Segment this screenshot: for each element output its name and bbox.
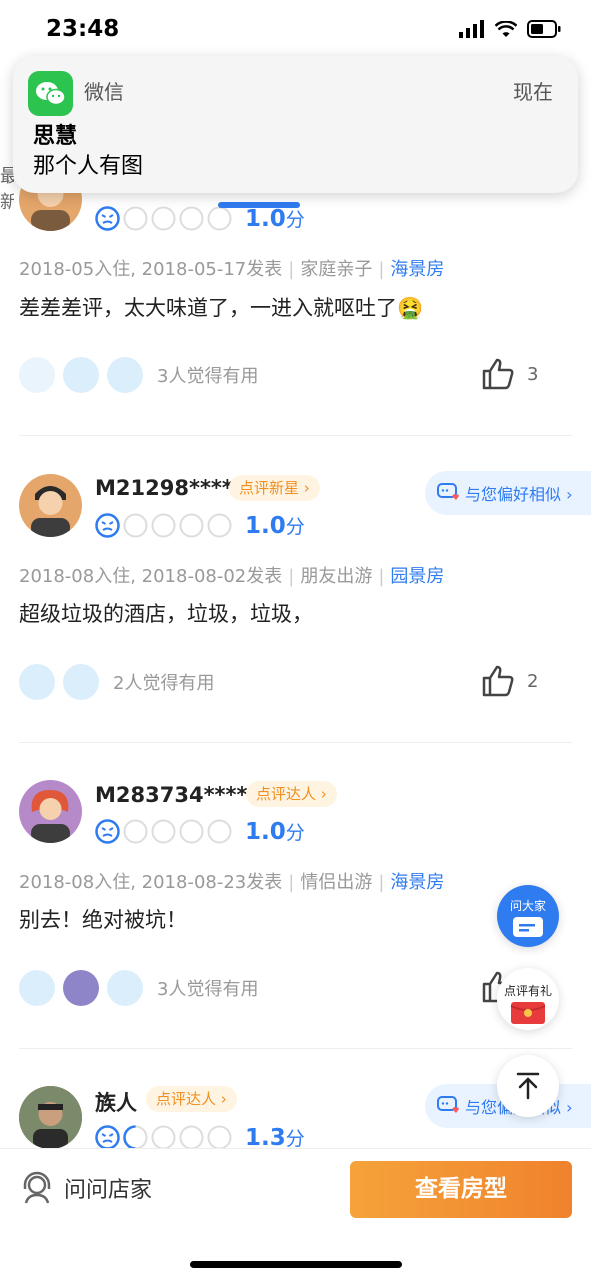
angry-face-rating-icon xyxy=(95,1125,120,1150)
battery-icon xyxy=(527,20,561,38)
cellular-signal-icon xyxy=(459,20,484,38)
review-meta: 2018-08入住, 2018-08-02发表 | 朋友出游 | 园景房 xyxy=(19,566,445,587)
notification-app-name: 微信 xyxy=(84,80,124,104)
partial-rating-icon xyxy=(123,1125,148,1150)
helpful-row: 2人觉得有用 xyxy=(19,664,214,700)
score: 1.3分 xyxy=(245,1125,305,1151)
thumbs-up-icon xyxy=(482,358,514,390)
user-mini-avatar xyxy=(63,970,99,1006)
score: 1.0分 xyxy=(245,206,305,232)
empty-rating-icon xyxy=(179,1125,204,1150)
tab-fragment[interactable]: 最新 xyxy=(0,162,14,214)
chat-bubble-icon xyxy=(513,917,543,937)
angry-face-rating-icon xyxy=(95,513,120,538)
username[interactable]: M21298**** xyxy=(95,476,233,500)
like-button[interactable]: 3 xyxy=(481,357,538,391)
view-room-types-button[interactable]: 查看房型 xyxy=(350,1161,572,1218)
score: 1.0分 xyxy=(245,819,305,845)
arrow-up-icon xyxy=(516,1072,540,1100)
bottom-action-bar: 问问店家 查看房型 xyxy=(0,1148,591,1280)
rating-row: 1.0分 xyxy=(95,512,305,539)
review-content: 超级垃圾的酒店，垃圾，垃圾， xyxy=(19,602,313,626)
notification-sender: 思慧 xyxy=(33,124,78,149)
empty-rating-icon xyxy=(151,819,176,844)
review-content: 差差差评，太大味道了，一进入就呕吐了🤮 xyxy=(19,296,424,320)
helpful-row: 3人觉得有用 xyxy=(19,357,258,393)
wechat-icon xyxy=(28,71,73,116)
notification-time: 现在 xyxy=(513,80,553,104)
reviewer-badge[interactable]: 点评新星 › xyxy=(229,475,320,501)
wechat-notification-banner[interactable]: 微信 现在 思慧 那个人有图 xyxy=(13,56,578,193)
rating-row: 1.0分 xyxy=(95,818,305,845)
dolphin-avatar xyxy=(19,970,55,1006)
dolphin-avatar xyxy=(107,357,143,393)
empty-rating-icon xyxy=(179,513,204,538)
home-indicator xyxy=(190,1261,402,1268)
status-icons xyxy=(459,20,561,38)
review-content: 别去！绝对被坑！ xyxy=(19,908,187,932)
user-avatar[interactable] xyxy=(19,474,82,537)
rating-row: 1.0分 xyxy=(95,205,305,232)
username[interactable]: 族人 xyxy=(95,1087,137,1117)
empty-rating-icon xyxy=(207,206,232,231)
user-avatar[interactable] xyxy=(19,780,82,843)
empty-rating-icon xyxy=(179,819,204,844)
customer-service-icon xyxy=(23,1171,51,1204)
wifi-icon xyxy=(495,20,517,37)
rating-row: 1.3分 xyxy=(95,1124,305,1151)
empty-rating-icon xyxy=(151,206,176,231)
thumbs-up-icon xyxy=(482,665,514,697)
like-count: 3 xyxy=(527,363,539,385)
dolphin-avatar xyxy=(19,357,55,393)
divider xyxy=(19,1048,572,1049)
ask-store-button[interactable]: 问问店家 xyxy=(20,1171,152,1205)
username[interactable]: M283734**** xyxy=(95,783,248,807)
red-envelope-icon xyxy=(510,1002,546,1024)
review-meta: 2018-08入住, 2018-08-23发表 | 情侣出游 | 海景房 xyxy=(19,872,445,893)
status-time: 23:48 xyxy=(46,16,120,42)
dolphin-avatar xyxy=(63,664,99,700)
angry-face-rating-icon xyxy=(95,819,120,844)
dolphin-avatar xyxy=(107,970,143,1006)
back-to-top-button[interactable] xyxy=(497,1055,559,1117)
empty-rating-icon xyxy=(123,513,148,538)
empty-rating-icon xyxy=(207,1125,232,1150)
helpful-count: 3人觉得有用 xyxy=(157,979,259,1000)
dolphin-avatar xyxy=(63,357,99,393)
divider xyxy=(19,435,572,436)
active-tab-indicator xyxy=(218,202,300,208)
chat-heart-icon xyxy=(437,483,459,500)
empty-rating-icon xyxy=(151,513,176,538)
status-bar: 23:48 xyxy=(0,0,591,56)
helpful-count: 2人觉得有用 xyxy=(113,673,215,694)
helpful-row: 3人觉得有用 xyxy=(19,970,258,1006)
empty-rating-icon xyxy=(179,206,204,231)
angry-face-rating-icon xyxy=(95,206,120,231)
empty-rating-icon xyxy=(207,819,232,844)
room-type-link[interactable]: 海景房 xyxy=(390,872,444,893)
reviewer-badge[interactable]: 点评达人 › xyxy=(146,1086,237,1112)
empty-rating-icon xyxy=(123,206,148,231)
like-button[interactable]: 2 xyxy=(481,664,538,698)
divider xyxy=(19,742,572,743)
review-meta: 2018-05入住, 2018-05-17发表 | 家庭亲子 | 海景房 xyxy=(19,259,445,280)
empty-rating-icon xyxy=(123,819,148,844)
score: 1.0分 xyxy=(245,513,305,539)
user-avatar[interactable] xyxy=(19,1086,82,1149)
reviewer-badge[interactable]: 点评达人 › xyxy=(246,781,337,807)
empty-rating-icon xyxy=(207,513,232,538)
ask-everyone-button[interactable]: 问大家 xyxy=(497,885,559,947)
room-type-link[interactable]: 海景房 xyxy=(390,259,444,280)
review-gift-button[interactable]: 点评有礼 xyxy=(497,968,559,1030)
similar-preference-pill[interactable]: 与您偏好相似 › xyxy=(425,471,591,515)
empty-rating-icon xyxy=(151,1125,176,1150)
like-count: 2 xyxy=(527,670,539,692)
room-type-link[interactable]: 园景房 xyxy=(390,566,444,587)
helpful-count: 3人觉得有用 xyxy=(157,366,259,387)
dolphin-avatar xyxy=(19,664,55,700)
chat-heart-icon xyxy=(437,1096,459,1113)
notification-message: 那个人有图 xyxy=(33,154,144,179)
